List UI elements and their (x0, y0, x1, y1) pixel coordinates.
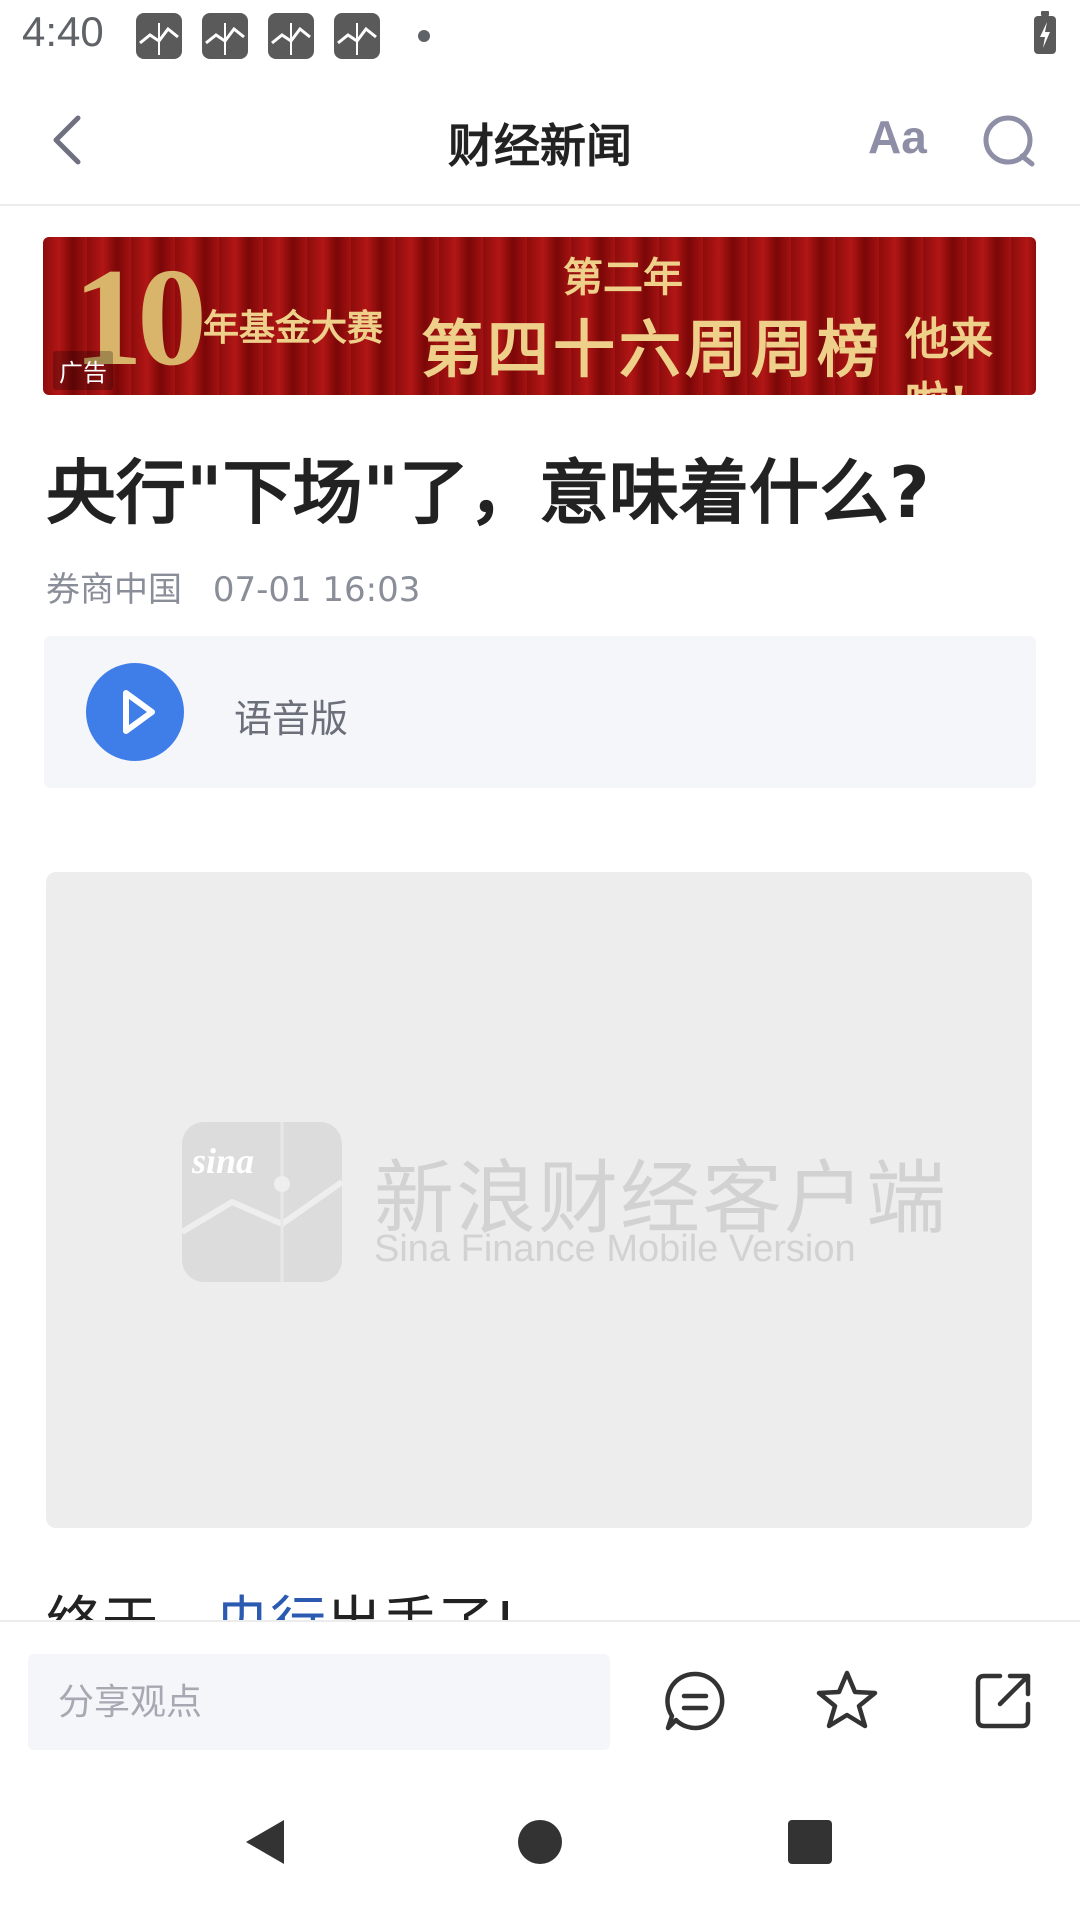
article-headline: 央行"下场"了，意味着什么? (46, 452, 930, 534)
bottom-action-bar (0, 1620, 1080, 1762)
system-nav-bar (0, 1762, 1080, 1920)
search-button[interactable] (982, 114, 1036, 168)
share-icon (975, 1673, 1031, 1729)
body-text-suffix: 出手了! (326, 1591, 516, 1620)
sina-logo-text: sina (192, 1141, 255, 1181)
home-circle-icon (518, 1820, 562, 1864)
share-button[interactable] (970, 1668, 1036, 1734)
sina-finance-icon (202, 13, 248, 59)
article-body: 终于，央行出手了! (0, 1560, 1080, 1620)
battery-charging-icon (1034, 11, 1056, 54)
article-source[interactable]: 券商中国 (46, 570, 182, 610)
favorite-button[interactable] (814, 1668, 880, 1734)
ad-text-contest: 年基金大赛 (203, 308, 384, 349)
article-meta: 券商中国 07-01 16:03 (46, 562, 420, 611)
article-paragraph: 终于，央行出手了! (46, 1578, 516, 1620)
watermark-english: Sina Finance Mobile Version (374, 1228, 856, 1270)
article-timestamp: 07-01 16:03 (212, 570, 421, 610)
nav-home-button[interactable] (516, 1818, 564, 1866)
nav-back-button[interactable] (242, 1818, 290, 1866)
play-icon (123, 690, 155, 734)
ad-text-week: 第四十六周周榜 (421, 313, 884, 386)
back-triangle-icon (246, 1820, 284, 1864)
body-link-central-bank[interactable]: 央行 (214, 1591, 326, 1620)
comment-icon (665, 1671, 725, 1731)
audio-label: 语音版 (234, 697, 349, 741)
more-notifications-dot (418, 30, 430, 42)
star-icon (816, 1670, 878, 1729)
body-text-prefix: 终于， (46, 1591, 214, 1620)
recents-square-icon (788, 1820, 832, 1864)
comment-button[interactable] (662, 1668, 728, 1734)
play-button[interactable] (86, 663, 184, 761)
sina-finance-icon (334, 13, 380, 59)
font-size-button[interactable]: Aa (868, 110, 927, 164)
sina-finance-icon (268, 13, 314, 59)
article-image-placeholder[interactable]: sina 新浪财经客户端 Sina Finance Mobile Version (46, 872, 1032, 1528)
comment-input[interactable] (28, 1654, 610, 1750)
ad-text-year: 第二年 (563, 254, 683, 301)
status-time: 4:40 (22, 8, 104, 55)
ad-label: 广告 (53, 351, 113, 390)
search-icon (983, 115, 1035, 167)
ad-text-arrived: 他来啦! (905, 314, 993, 395)
audio-version-card[interactable]: 语音版 (44, 636, 1036, 788)
nav-recents-button[interactable] (786, 1818, 834, 1866)
sina-logo-icon: sina (182, 1122, 342, 1282)
app-header: 财经新闻 Aa (0, 74, 1080, 206)
sina-finance-icon (136, 13, 182, 59)
status-bar: 4:40 (0, 0, 1080, 74)
ad-banner[interactable]: 10 年基金大赛 第二年 第四十六周周榜 他来啦! 广告 (43, 237, 1036, 395)
